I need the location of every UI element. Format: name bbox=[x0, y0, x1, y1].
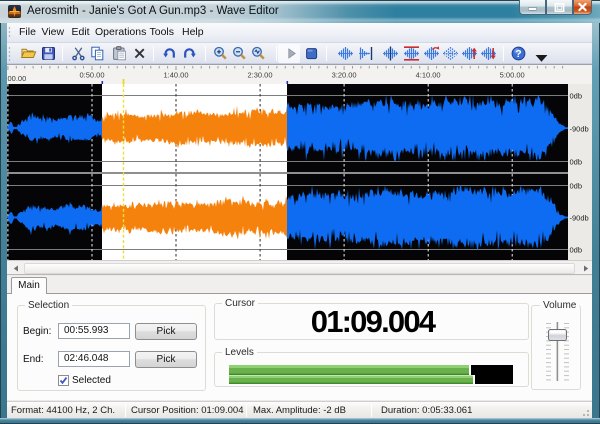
svg-text:2:30.00: 2:30.00 bbox=[247, 71, 272, 80]
svg-text:4:10.00: 4:10.00 bbox=[416, 71, 441, 80]
svg-text:00.00: 00.00 bbox=[8, 74, 27, 83]
svg-text:0db: 0db bbox=[570, 158, 583, 167]
svg-text:0:50.00: 0:50.00 bbox=[79, 71, 104, 80]
svg-text:1:40.00: 1:40.00 bbox=[163, 71, 188, 80]
svg-text:0db: 0db bbox=[570, 92, 583, 101]
svg-text:0db: 0db bbox=[570, 182, 583, 191]
svg-text:-90db: -90db bbox=[570, 125, 589, 134]
svg-text:0db: 0db bbox=[570, 246, 583, 255]
svg-text:3:20.00: 3:20.00 bbox=[332, 71, 357, 80]
svg-text:?: ? bbox=[515, 48, 521, 60]
svg-text:5:00.00: 5:00.00 bbox=[500, 71, 525, 80]
svg-text:-90db: -90db bbox=[570, 214, 589, 223]
